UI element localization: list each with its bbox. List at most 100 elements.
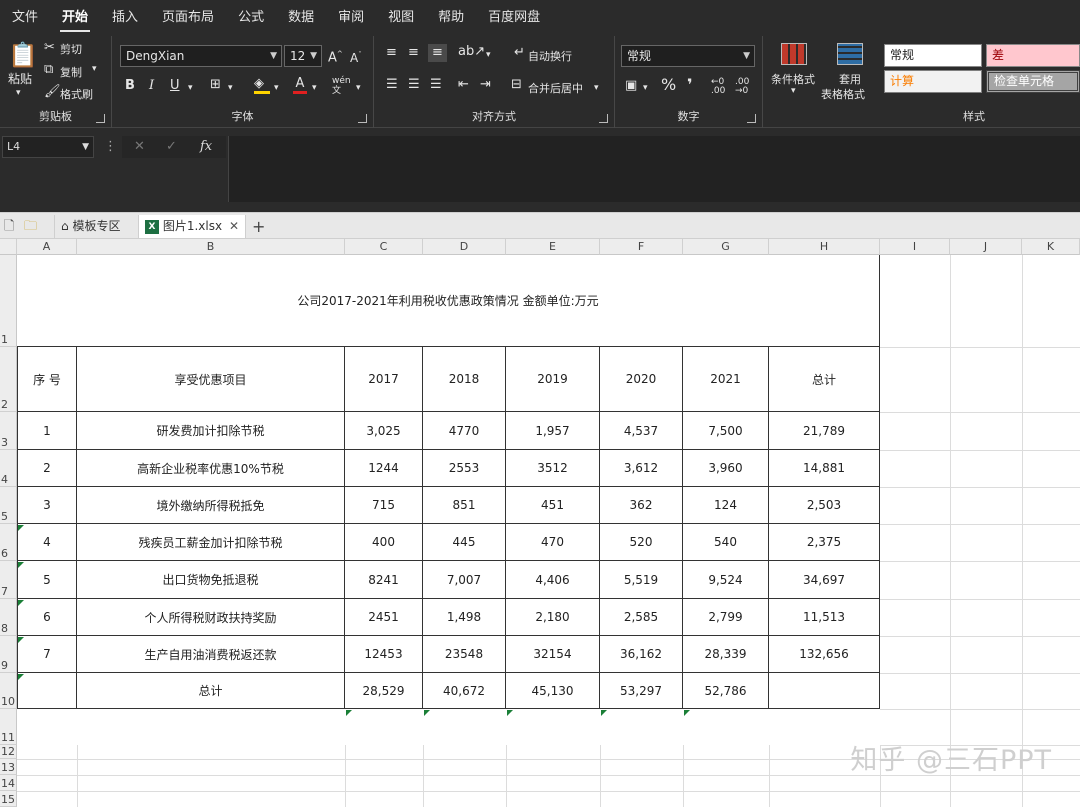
copy-button[interactable]: 复制 bbox=[60, 64, 82, 80]
table-cell[interactable]: 4770 bbox=[423, 412, 506, 450]
number-format-select[interactable]: 常规 ▼ bbox=[621, 45, 755, 67]
header-cell[interactable]: 序 号 bbox=[17, 347, 77, 412]
phonetic-icon[interactable]: wén 文 bbox=[332, 76, 351, 96]
underline-icon[interactable]: U bbox=[170, 79, 180, 93]
column-header-c[interactable]: C bbox=[345, 239, 423, 255]
table-cell[interactable]: 1,498 bbox=[423, 599, 506, 636]
column-header-a[interactable]: A bbox=[17, 239, 77, 255]
column-header-h[interactable]: H bbox=[769, 239, 880, 255]
table-cell[interactable]: 14,881 bbox=[769, 450, 880, 487]
insert-function-icon[interactable]: fx bbox=[200, 140, 212, 154]
row-header-10[interactable]: 10 bbox=[0, 673, 17, 709]
tab-template-zone[interactable]: ⌂ 模板专区 bbox=[54, 215, 136, 238]
table-cell[interactable]: 3512 bbox=[506, 450, 600, 487]
table-cell[interactable]: 6 bbox=[17, 599, 77, 636]
folder-icon[interactable]: 🗀 bbox=[24, 215, 37, 238]
table-cell[interactable]: 8241 bbox=[345, 561, 423, 599]
italic-icon[interactable]: I bbox=[149, 79, 154, 93]
menu-help[interactable]: 帮助 bbox=[426, 0, 476, 36]
border-dropdown-icon[interactable]: ▾ bbox=[228, 81, 233, 95]
row-header-13[interactable]: 13 bbox=[0, 759, 17, 775]
accounting-icon[interactable]: ▣ bbox=[625, 79, 637, 93]
row-header-3[interactable]: 3 bbox=[0, 412, 17, 450]
header-cell[interactable]: 2018 bbox=[423, 347, 506, 412]
decrease-decimal-icon[interactable]: .00 →0 bbox=[735, 78, 749, 96]
header-cell[interactable]: 2019 bbox=[506, 347, 600, 412]
increase-decimal-icon[interactable]: ←0.00 bbox=[711, 78, 725, 96]
new-tab-icon[interactable]: + bbox=[252, 215, 265, 238]
table-cell[interactable]: 出口货物免抵退税 bbox=[77, 561, 345, 599]
menu-file[interactable]: 文件 bbox=[0, 0, 50, 36]
select-all-corner[interactable] bbox=[0, 239, 17, 255]
column-header-b[interactable]: B bbox=[77, 239, 345, 255]
header-cell[interactable]: 总计 bbox=[769, 347, 880, 412]
table-format-button-line1[interactable]: 套用 bbox=[839, 71, 861, 87]
table-cell[interactable]: 5,519 bbox=[600, 561, 683, 599]
table-cell[interactable]: 451 bbox=[506, 487, 600, 524]
table-cell[interactable]: 5 bbox=[17, 561, 77, 599]
orientation-dropdown-icon[interactable]: ▾ bbox=[486, 48, 491, 62]
table-cell[interactable]: 540 bbox=[683, 524, 769, 561]
column-header-g[interactable]: G bbox=[683, 239, 769, 255]
enter-icon[interactable]: ✓ bbox=[166, 140, 177, 154]
name-box[interactable]: L4 ▼ bbox=[2, 136, 94, 158]
align-right-icon[interactable]: ☰ bbox=[430, 78, 442, 92]
header-cell[interactable]: 2021 bbox=[683, 347, 769, 412]
table-cell[interactable]: 28,339 bbox=[683, 636, 769, 673]
table-cell[interactable]: 1 bbox=[17, 412, 77, 450]
column-header-k[interactable]: K bbox=[1022, 239, 1080, 255]
row-header-5[interactable]: 5 bbox=[0, 487, 17, 524]
table-cell[interactable]: 36,162 bbox=[600, 636, 683, 673]
style-check-cell[interactable]: 检查单元格 bbox=[986, 70, 1080, 93]
paste-icon[interactable]: 📋 bbox=[8, 42, 38, 68]
total-cell[interactable]: 52,786 bbox=[683, 673, 769, 709]
row-header-9[interactable]: 9 bbox=[0, 636, 17, 673]
column-header-d[interactable]: D bbox=[423, 239, 506, 255]
menu-baidu-netdisk[interactable]: 百度网盘 bbox=[476, 0, 552, 36]
new-doc-icon[interactable]: 🗋 bbox=[4, 215, 14, 238]
table-cell[interactable]: 2451 bbox=[345, 599, 423, 636]
row-header-14[interactable]: 14 bbox=[0, 775, 17, 791]
menu-review[interactable]: 审阅 bbox=[326, 0, 376, 36]
accounting-dropdown-icon[interactable]: ▾ bbox=[643, 81, 648, 95]
row-header-7[interactable]: 7 bbox=[0, 561, 17, 599]
number-launcher-icon[interactable] bbox=[747, 114, 756, 123]
spreadsheet-grid[interactable]: ABCDEFGHIJK12345678910111213141516公司2017… bbox=[0, 239, 1080, 807]
font-color-icon[interactable]: A bbox=[293, 77, 307, 94]
increase-indent-icon[interactable]: ⇥ bbox=[480, 78, 491, 92]
table-format-button-line2[interactable]: 表格格式 bbox=[821, 86, 865, 102]
table-cell[interactable]: 7,500 bbox=[683, 412, 769, 450]
table-cell[interactable]: 高新企业税率优惠10%节税 bbox=[77, 450, 345, 487]
table-cell[interactable]: 851 bbox=[423, 487, 506, 524]
table-cell[interactable]: 2,503 bbox=[769, 487, 880, 524]
table-cell[interactable]: 研发费加计扣除节税 bbox=[77, 412, 345, 450]
cancel-icon[interactable]: ✕ bbox=[134, 140, 145, 154]
total-cell[interactable]: 53,297 bbox=[600, 673, 683, 709]
table-cell[interactable]: 520 bbox=[600, 524, 683, 561]
row-header-12[interactable]: 12 bbox=[0, 745, 17, 759]
total-cell[interactable]: 45,130 bbox=[506, 673, 600, 709]
table-cell[interactable]: 7 bbox=[17, 636, 77, 673]
increase-font-icon[interactable]: A^ bbox=[328, 47, 343, 65]
style-normal[interactable]: 常规 bbox=[884, 44, 982, 67]
font-name-select[interactable]: DengXian ▼ bbox=[120, 45, 282, 67]
format-painter-button[interactable]: 格式刷 bbox=[60, 86, 93, 102]
table-cell[interactable]: 2,180 bbox=[506, 599, 600, 636]
table-cell[interactable]: 21,789 bbox=[769, 412, 880, 450]
close-tab-icon[interactable]: ✕ bbox=[229, 215, 239, 238]
table-cell[interactable]: 2553 bbox=[423, 450, 506, 487]
menu-view[interactable]: 视图 bbox=[376, 0, 426, 36]
header-cell[interactable]: 享受优惠项目 bbox=[77, 347, 345, 412]
table-cell[interactable]: 1,957 bbox=[506, 412, 600, 450]
comma-icon[interactable]: ❜ bbox=[687, 77, 693, 93]
header-cell[interactable]: 2020 bbox=[600, 347, 683, 412]
font-launcher-icon[interactable] bbox=[358, 114, 367, 123]
table-cell[interactable]: 34,697 bbox=[769, 561, 880, 599]
paste-button[interactable]: 粘贴 bbox=[8, 70, 32, 87]
merge-dropdown-icon[interactable]: ▾ bbox=[594, 81, 599, 95]
row-header-8[interactable]: 8 bbox=[0, 599, 17, 636]
bold-icon[interactable]: B bbox=[125, 79, 135, 93]
table-cell[interactable]: 4,537 bbox=[600, 412, 683, 450]
table-cell[interactable]: 2 bbox=[17, 450, 77, 487]
menu-data[interactable]: 数据 bbox=[276, 0, 326, 36]
